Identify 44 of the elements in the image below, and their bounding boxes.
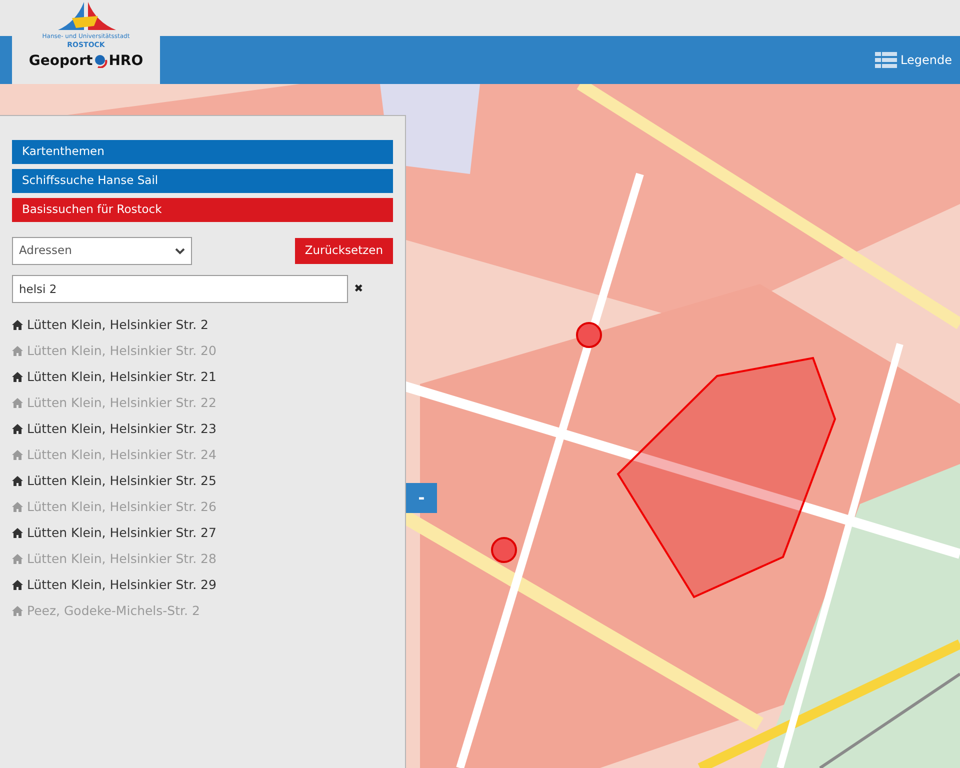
search-field[interactable]: helsi 2 [12,275,348,303]
house-icon [12,554,23,564]
brand-text: Geoport [28,54,93,68]
result-text: Lütten Klein, Helsinkier Str. 26 [27,498,216,516]
result-text: Lütten Klein, Helsinkier Str. 20 [27,342,216,360]
house-icon [12,346,23,356]
house-icon [12,528,23,538]
section-header[interactable]: Basissuchen für Rostock [12,198,393,222]
result-item[interactable]: Lütten Klein, Helsinkier Str. 2 [12,312,393,338]
result-text: Peez, Godeke-Michels-Str. 2 [27,602,200,620]
house-icon [12,450,23,460]
collapse-button[interactable]: - [406,483,437,513]
house-icon [12,580,23,590]
house-icon [12,606,23,616]
house-icon [12,372,23,382]
search-type-select[interactable]: Adressen [12,237,192,265]
section-header[interactable]: Kartenthemen [12,140,393,164]
result-text: Lütten Klein, Helsinkier Str. 29 [27,576,216,594]
dot-logo-icon [94,54,108,68]
house-icon [12,398,23,408]
house-icon [12,476,23,486]
result-text: Lütten Klein, Helsinkier Str. 28 [27,550,216,568]
result-text: Lütten Klein, Helsinkier Str. 27 [27,524,216,542]
list-icon [874,52,897,68]
result-item[interactable]: Lütten Klein, Helsinkier Str. 27 [12,520,393,546]
house-icon [12,502,23,512]
section-header[interactable]: Schiffssuche Hanse Sail [12,169,393,193]
brand-suffix-text: HRO [108,54,144,68]
result-text: Lütten Klein, Helsinkier Str. 2 [27,316,208,334]
result-item[interactable]: Lütten Klein, Helsinkier Str. 23 [12,416,393,442]
result-text: Lütten Klein, Helsinkier Str. 22 [27,394,216,412]
result-item[interactable]: Lütten Klein, Helsinkier Str. 29 [12,572,393,598]
result-text: Lütten Klein, Helsinkier Str. 23 [27,420,216,438]
result-item[interactable]: Lütten Klein, Helsinkier Str. 25 [12,468,393,494]
legend-button[interactable]: Legende [874,51,952,69]
house-icon [12,424,23,434]
house-icon [12,320,23,330]
result-text: Lütten Klein, Helsinkier Str. 24 [27,446,216,464]
result-item[interactable]: Lütten Klein, Helsinkier Str. 21 [12,364,393,390]
chevron-down-icon [175,248,185,254]
result-text: Lütten Klein, Helsinkier Str. 25 [27,472,216,490]
result-text: Lütten Klein, Helsinkier Str. 21 [27,368,216,386]
clear-button[interactable]: ✖ [352,280,366,298]
reset-button[interactable]: Zurücksetzen [294,238,393,264]
